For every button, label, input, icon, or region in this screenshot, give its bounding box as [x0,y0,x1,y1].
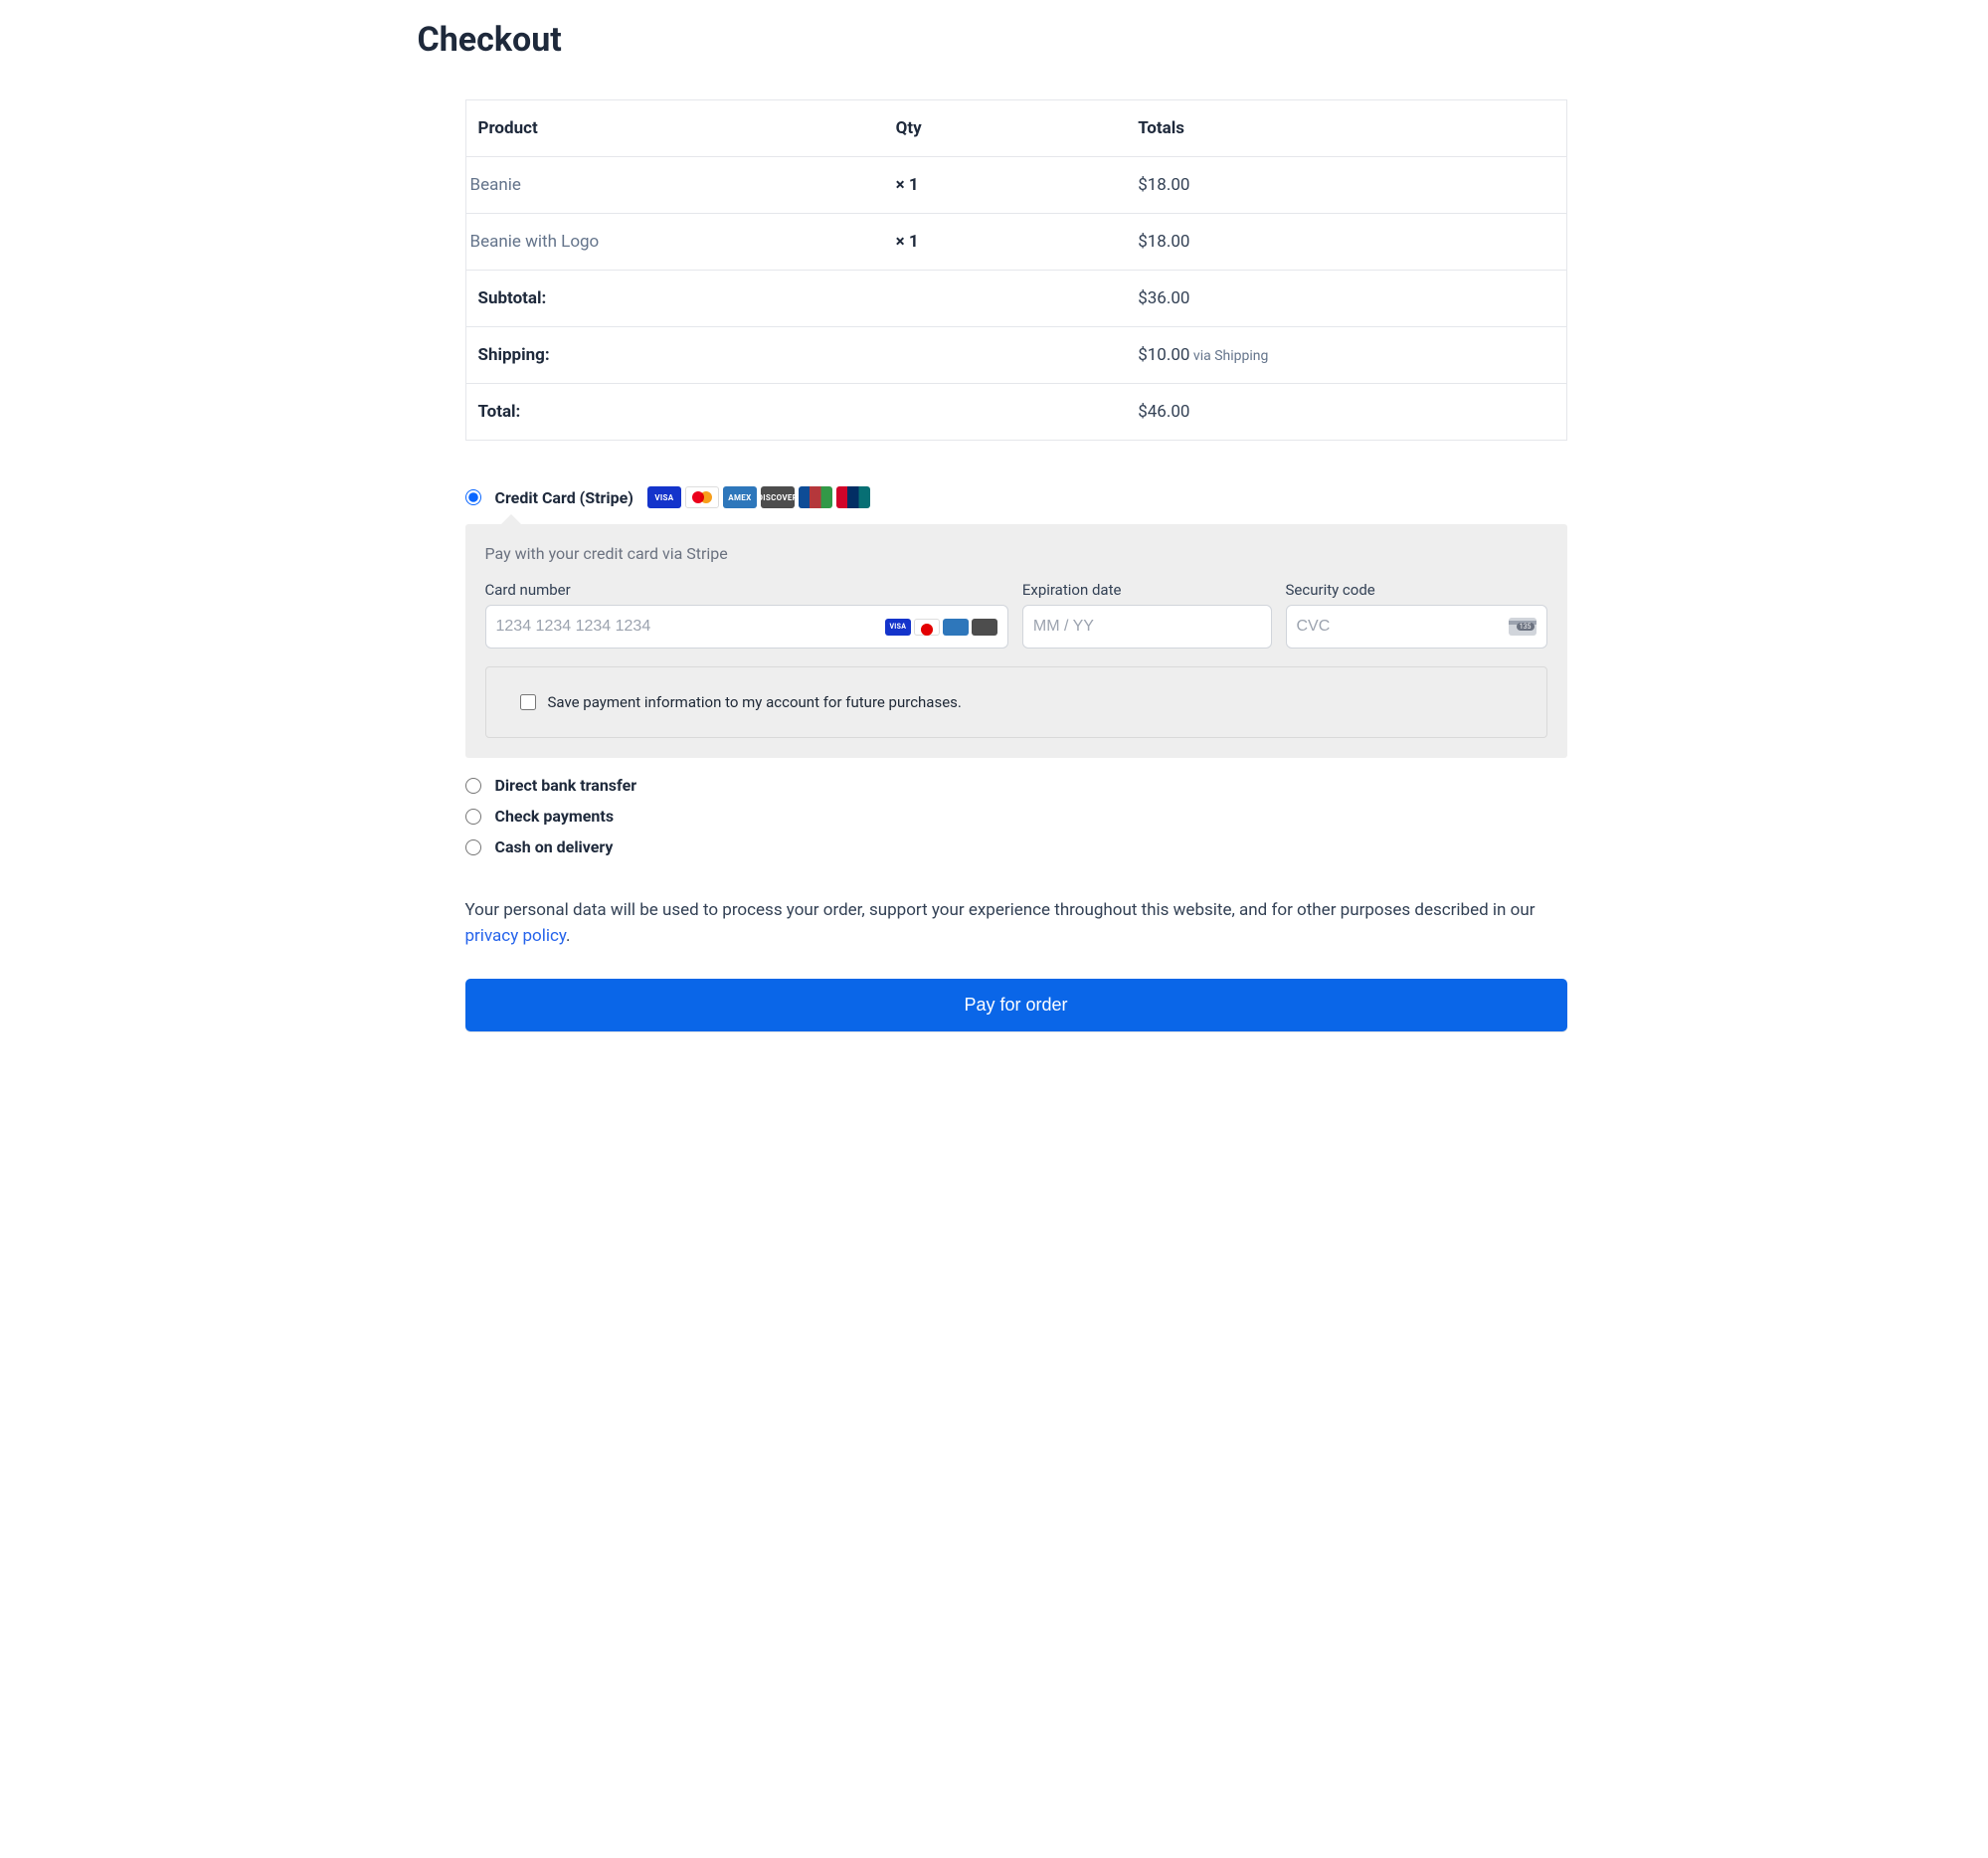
jcb-icon [799,486,832,508]
expiration-label: Expiration date [1022,581,1272,599]
radio-stripe[interactable] [465,489,481,505]
unionpay-icon [836,486,870,508]
order-summary-table: Product Qty Totals Beanie × 1 $18.00 Bea… [465,99,1567,441]
table-row: Beanie with Logo × 1 $18.00 [465,214,1566,271]
discover-icon [972,619,997,636]
discover-icon: DISCOVER [761,486,795,508]
cvc-field: Security code 135 [1286,581,1547,649]
payment-option-stripe[interactable]: Credit Card (Stripe) VISA AMEX DISCOVER [465,480,1567,514]
item-name: Beanie with Logo [465,214,884,271]
payment-methods: Credit Card (Stripe) VISA AMEX DISCOVER … [465,480,1567,862]
check-label: Check payments [495,807,615,826]
card-brand-icons: VISA AMEX DISCOVER [647,486,870,508]
expiration-field: Expiration date [1022,581,1272,649]
mastercard-icon [914,619,940,636]
item-qty: × 1 [884,214,1127,271]
pay-for-order-button[interactable]: Pay for order [465,979,1567,1031]
save-card-checkbox[interactable] [520,694,536,710]
payment-option-bank[interactable]: Direct bank transfer [465,770,1567,801]
privacy-policy-link[interactable]: privacy policy [465,926,567,946]
item-qty: × 1 [884,157,1127,214]
table-header-row: Product Qty Totals [465,100,1566,157]
privacy-notice: Your personal data will be used to proce… [465,898,1567,949]
card-number-input[interactable] [496,618,879,636]
shipping-via: via Shipping [1189,348,1268,364]
card-number-field: Card number VISA [485,581,1008,649]
payment-option-check[interactable]: Check payments [465,801,1567,832]
mastercard-icon [685,486,719,508]
card-number-brand-icons: VISA [885,619,997,636]
expiration-input[interactable] [1033,618,1261,636]
total-value: $46.00 [1126,384,1566,441]
amex-icon: AMEX [723,486,757,508]
amex-icon [943,619,969,636]
visa-icon: VISA [885,619,911,636]
shipping-row: Shipping: $10.00 via Shipping [465,327,1566,384]
subtotal-value: $36.00 [1126,271,1566,327]
bank-label: Direct bank transfer [495,776,637,795]
table-row: Beanie × 1 $18.00 [465,157,1566,214]
cod-label: Cash on delivery [495,837,614,856]
save-card-row[interactable]: Save payment information to my account f… [485,666,1547,738]
subtotal-label: Subtotal: [465,271,884,327]
card-number-label: Card number [485,581,1008,599]
total-label: Total: [465,384,884,441]
payment-option-cod[interactable]: Cash on delivery [465,832,1567,862]
stripe-label: Credit Card (Stripe) [495,488,633,507]
radio-bank[interactable] [465,778,481,794]
save-card-label: Save payment information to my account f… [548,693,962,711]
stripe-description: Pay with your credit card via Stripe [485,544,1547,563]
item-total: $18.00 [1126,157,1566,214]
shipping-label: Shipping: [465,327,884,384]
col-product-header: Product [465,100,884,157]
item-name: Beanie [465,157,884,214]
col-qty-header: Qty [884,100,1127,157]
stripe-payment-panel: Pay with your credit card via Stripe Car… [465,524,1567,758]
shipping-value: $10.00 via Shipping [1126,327,1566,384]
item-total: $18.00 [1126,214,1566,271]
cvc-input[interactable] [1297,618,1503,636]
radio-cod[interactable] [465,839,481,855]
col-totals-header: Totals [1126,100,1566,157]
radio-check[interactable] [465,809,481,825]
total-row: Total: $46.00 [465,384,1566,441]
cvc-label: Security code [1286,581,1547,599]
page-title: Checkout [418,20,1571,60]
cvc-icon: 135 [1509,618,1536,636]
subtotal-row: Subtotal: $36.00 [465,271,1566,327]
visa-icon: VISA [647,486,681,508]
